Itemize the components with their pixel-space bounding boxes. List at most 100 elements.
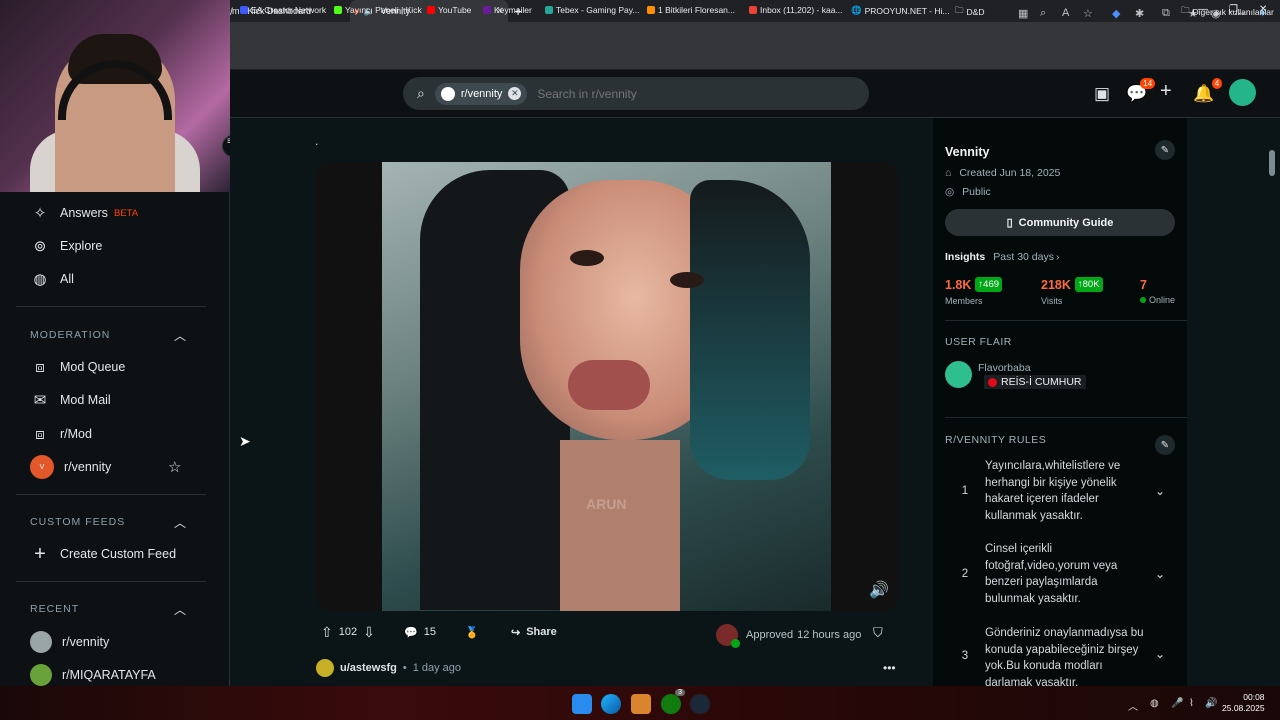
mouse-cursor-icon: ➤ xyxy=(239,433,251,449)
clock-time: 00:08 xyxy=(1243,692,1265,702)
favorite-star-icon[interactable]: ☆ xyxy=(168,458,181,476)
recent-item-vennity[interactable]: r/vennity xyxy=(30,631,109,653)
bookmark-item[interactable]: Tebex - Gaming Pay... xyxy=(545,5,639,15)
bookmark-item[interactable]: Keymailer xyxy=(483,5,532,15)
chevron-up-icon[interactable]: ︿ xyxy=(174,601,186,618)
visits-delta-badge: ↑80K xyxy=(1074,277,1103,292)
community-guide-button[interactable]: ▯ Community Guide xyxy=(945,209,1175,236)
app-icon[interactable] xyxy=(631,694,651,714)
chevron-up-icon[interactable]: ︿ xyxy=(174,327,186,344)
tray-app-icon[interactable]: ◍ xyxy=(1150,698,1159,709)
user-avatar[interactable] xyxy=(316,659,334,677)
rule-item[interactable]: 2 Cinsel içerikli fotoğraf,video,yorum v… xyxy=(945,541,1175,607)
url-text[interactable]: / xyxy=(230,7,233,18)
volume-icon[interactable]: 🔊 xyxy=(869,580,889,600)
bookmark-item[interactable]: YouTube xyxy=(427,5,471,15)
scrollbar-track[interactable] xyxy=(1266,118,1280,686)
community-created: ⌂ Created Jun 18, 2025 xyxy=(945,167,1061,179)
zoom-icon[interactable]: ⌕ xyxy=(1040,7,1046,20)
moderation-heading: MODERATION xyxy=(30,329,111,341)
system-clock[interactable]: 00:08 25.08.2025 xyxy=(1222,692,1265,714)
search-bar[interactable]: ⌕ r/vennity ✕ xyxy=(403,77,869,110)
mod-shield-icon[interactable]: ⛉ xyxy=(873,625,883,641)
community-visibility: ◎ Public xyxy=(945,186,991,198)
chat-icon[interactable]: 💬 14 xyxy=(1126,78,1156,104)
video-lips xyxy=(568,360,650,410)
insights-row[interactable]: Insights Past 30 days › xyxy=(945,251,1059,263)
user-flair-heading: USER FLAIR xyxy=(945,336,1012,348)
notifications-bell-icon[interactable]: 🔔 4 xyxy=(1193,78,1223,104)
create-custom-feed-button[interactable]: + Create Custom Feed xyxy=(30,543,176,565)
extension-icon[interactable]: ◆ xyxy=(1112,7,1120,20)
split-screen-icon[interactable]: ⧉ xyxy=(1162,7,1170,20)
create-post-icon[interactable]: + xyxy=(1160,80,1172,103)
sidebar-item-mod-queue[interactable]: ⧈ Mod Queue xyxy=(30,356,125,378)
sidebar-item-mod-mail[interactable]: ✉ Mod Mail xyxy=(30,389,111,411)
approval-status: Approved 12 hours ago xyxy=(716,624,861,648)
upvote-icon[interactable]: ⇧ xyxy=(321,624,333,641)
rule-item[interactable]: 3 Gönderiniz onaylanmadıysa bu konuda ya… xyxy=(945,625,1175,686)
rules-heading: R/VENNITY RULES xyxy=(945,434,1047,446)
bookmark-icon xyxy=(647,6,655,14)
award-button[interactable]: 🏅 xyxy=(465,621,479,643)
post-time: 1 day ago xyxy=(412,662,462,674)
favorite-star-icon[interactable]: ☆ xyxy=(1083,7,1093,20)
bookmark-item[interactable]: 🌐 PROOYUN.NET - Hi... xyxy=(851,5,949,16)
app-icon[interactable]: ▦ xyxy=(1018,7,1028,20)
edit-pencil-icon[interactable]: ✎ xyxy=(1155,140,1175,160)
other-bookmarks[interactable]: 🗀 Diğer sık kullanılanlar xyxy=(1181,5,1274,19)
volume-icon[interactable]: 🔊 xyxy=(1205,698,1217,709)
bookmark-item[interactable]: Inbox (11,202) - kaa... xyxy=(749,5,843,15)
sidebar-item-explore[interactable]: ⊚ Explore xyxy=(30,235,103,257)
bookmark-item[interactable]: 1 Bitkileri Floresan... xyxy=(647,5,735,15)
share-button[interactable]: ↪ Share xyxy=(511,621,557,643)
recent-item-miqaratayfa[interactable]: r/MIQARATAYFA xyxy=(30,664,156,686)
video-hair-right xyxy=(690,180,810,480)
rule-item[interactable]: 1 Yayıncılara,whitelistlere ve herhangi … xyxy=(945,458,1175,524)
extensions-puzzle-icon[interactable]: ✱ xyxy=(1135,7,1144,20)
mod-icon: ⧈ xyxy=(35,425,45,443)
flair-user-avatar xyxy=(945,361,972,388)
visits-label: Visits xyxy=(1041,296,1063,306)
clear-chip-icon[interactable]: ✕ xyxy=(508,87,522,100)
search-input[interactable] xyxy=(537,86,838,101)
sidebar-item-answers[interactable]: ✧ Answers BETA xyxy=(30,202,138,224)
more-options-icon[interactable]: ••• xyxy=(883,661,896,675)
vote-group: ⇧ 102 ⇩ xyxy=(321,621,375,643)
steam-icon[interactable] xyxy=(690,694,710,714)
microphone-icon[interactable]: 🎤 xyxy=(1171,698,1183,709)
cake-icon: ⌂ xyxy=(945,167,952,179)
community-search-chip[interactable]: r/vennity ✕ xyxy=(434,82,528,105)
divider xyxy=(16,581,206,582)
flag-icon xyxy=(988,377,997,387)
chevron-up-icon[interactable]: ︿ xyxy=(174,514,186,531)
sidebar-item-rmod[interactable]: ⧈ r/Mod xyxy=(30,423,92,445)
network-icon[interactable]: ⌇ xyxy=(1189,698,1194,709)
sidebar-item-vennity[interactable]: V r/vennity xyxy=(30,455,111,479)
globe-icon: 🌐 xyxy=(851,5,862,15)
post-author[interactable]: u/astewsfg xyxy=(340,662,397,674)
folder-icon: 🗀 xyxy=(955,5,964,15)
edge-browser-icon[interactable] xyxy=(601,694,621,714)
edit-pencil-icon[interactable]: ✎ xyxy=(1155,435,1175,455)
read-aloud-icon[interactable]: A xyxy=(1062,7,1069,19)
xbox-icon[interactable]: 3 xyxy=(661,689,685,714)
clock-date: 25.08.2025 xyxy=(1222,703,1265,713)
downvote-icon[interactable]: ⇩ xyxy=(363,624,375,641)
advertise-icon[interactable]: ▣ xyxy=(1094,84,1110,104)
keymailer-icon xyxy=(483,6,491,14)
sidebar-item-all[interactable]: ◍ All xyxy=(30,268,73,290)
chevron-down-icon: ⌄ xyxy=(1154,484,1166,498)
search-icon: ⌕ xyxy=(417,85,425,101)
bookmark-folder[interactable]: 🗀 D&D xyxy=(955,5,984,19)
bookmark-item[interactable]: EA Creator Network xyxy=(240,5,326,15)
members-stat: 1.8K ↑469 xyxy=(945,277,1003,292)
queue-icon: ⧈ xyxy=(35,358,45,376)
comments-button[interactable]: 💬 15 xyxy=(404,621,436,643)
chevron-right-icon: › xyxy=(1055,251,1060,263)
chevron-up-icon[interactable]: ︿ xyxy=(1128,698,1138,713)
scrollbar-thumb[interactable] xyxy=(1269,150,1275,176)
user-avatar[interactable] xyxy=(1229,79,1256,106)
start-button-icon[interactable] xyxy=(572,694,592,714)
bookmark-item[interactable]: Yayıncı Paneli | Kick xyxy=(334,5,422,15)
